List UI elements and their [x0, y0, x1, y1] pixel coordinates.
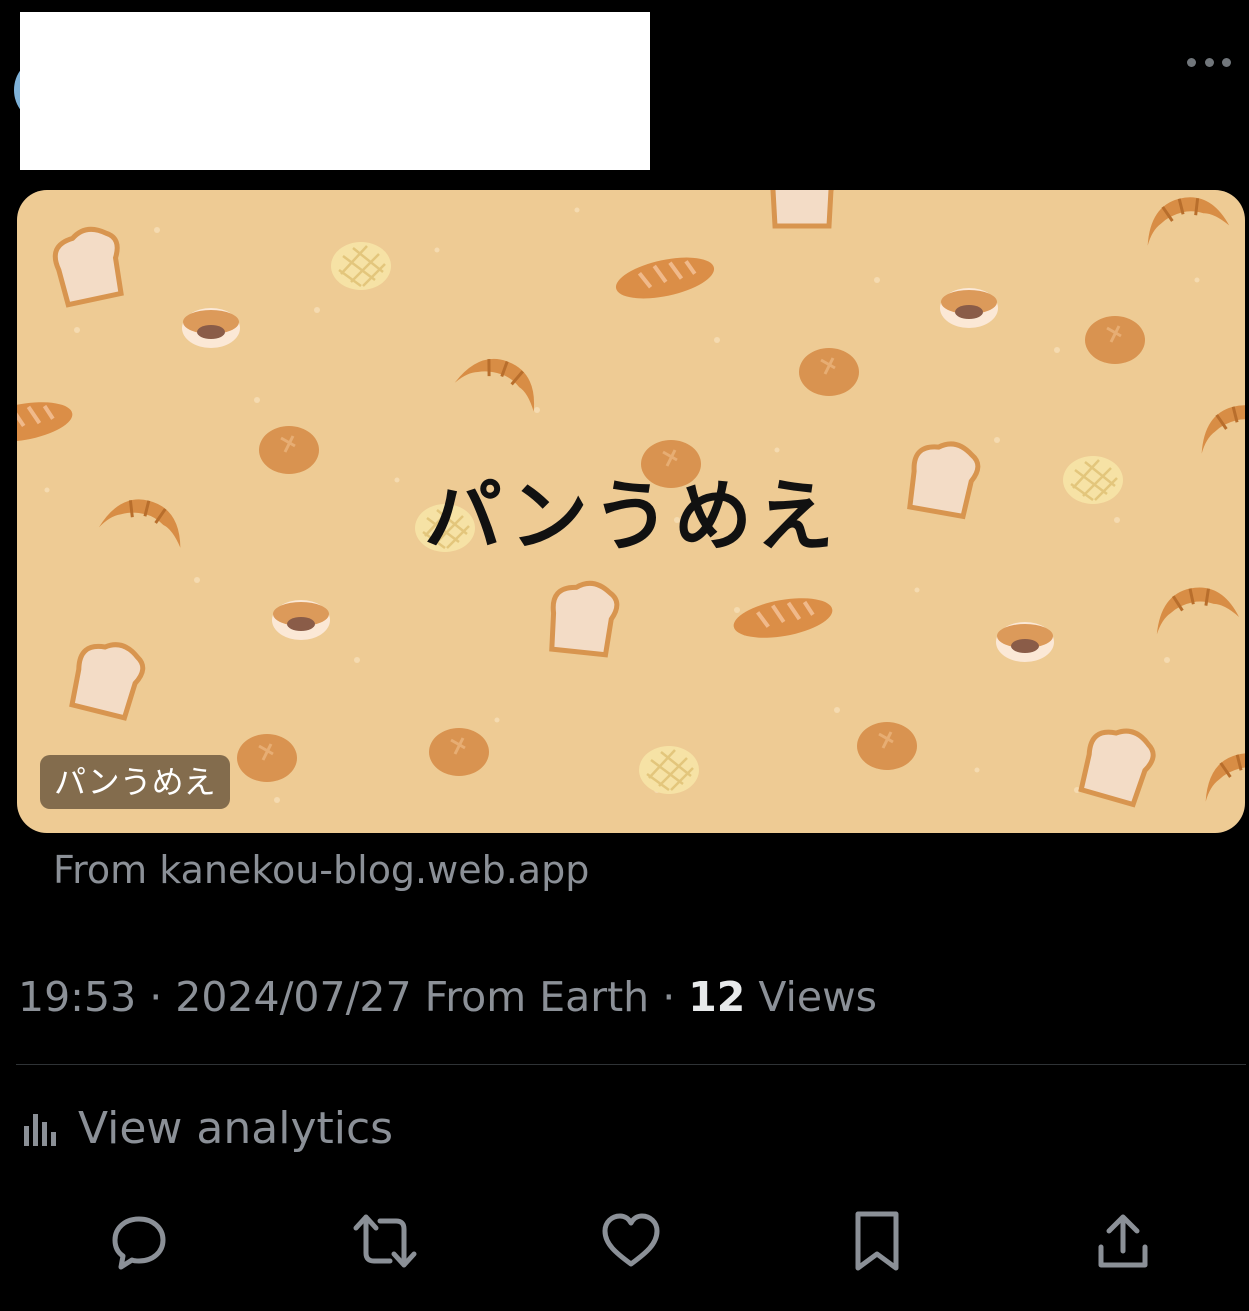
bar-chart-icon: [24, 1114, 56, 1146]
bookmark-icon: [855, 1211, 899, 1271]
card-title-badge: パンうめえ: [40, 755, 230, 809]
share-button[interactable]: [1090, 1208, 1156, 1274]
action-bar: [0, 1208, 1249, 1274]
reply-icon: [112, 1216, 166, 1270]
like-icon: [602, 1213, 660, 1267]
tweet-metadata: 19:53 · 2024/07/27 From Earth · 12 Views: [18, 973, 877, 1021]
redacted-author-header: [20, 12, 650, 170]
link-card[interactable]: パンうめえ パンうめえ: [17, 190, 1245, 833]
view-analytics-label: View analytics: [78, 1102, 394, 1154]
tweet-date[interactable]: 2024/07/27: [175, 973, 411, 1021]
tweet-time[interactable]: 19:53: [18, 973, 136, 1021]
view-analytics-button[interactable]: View analytics: [22, 1100, 393, 1156]
divider: [16, 1064, 1246, 1065]
card-headline: パンうめえ: [424, 471, 838, 562]
tweet-detail: パンうめえ パンうめえ From kanekou-blog.web.app 19…: [0, 0, 1249, 1311]
tweet-client: From Earth: [411, 973, 650, 1021]
views-label: Views: [745, 973, 878, 1021]
retweet-button[interactable]: [352, 1208, 418, 1274]
share-icon: [1098, 1214, 1148, 1268]
meta-separator: ·: [649, 973, 689, 1021]
reply-button[interactable]: [106, 1208, 172, 1274]
views-count: 12: [688, 973, 746, 1021]
card-source-link[interactable]: From kanekou-blog.web.app: [53, 848, 589, 892]
retweet-icon: [353, 1214, 417, 1268]
bookmark-button[interactable]: [844, 1208, 910, 1274]
more-options-button[interactable]: [1187, 52, 1231, 72]
more-horizontal-icon: [1187, 57, 1196, 67]
like-button[interactable]: [598, 1208, 664, 1274]
meta-separator: ·: [136, 973, 176, 1021]
